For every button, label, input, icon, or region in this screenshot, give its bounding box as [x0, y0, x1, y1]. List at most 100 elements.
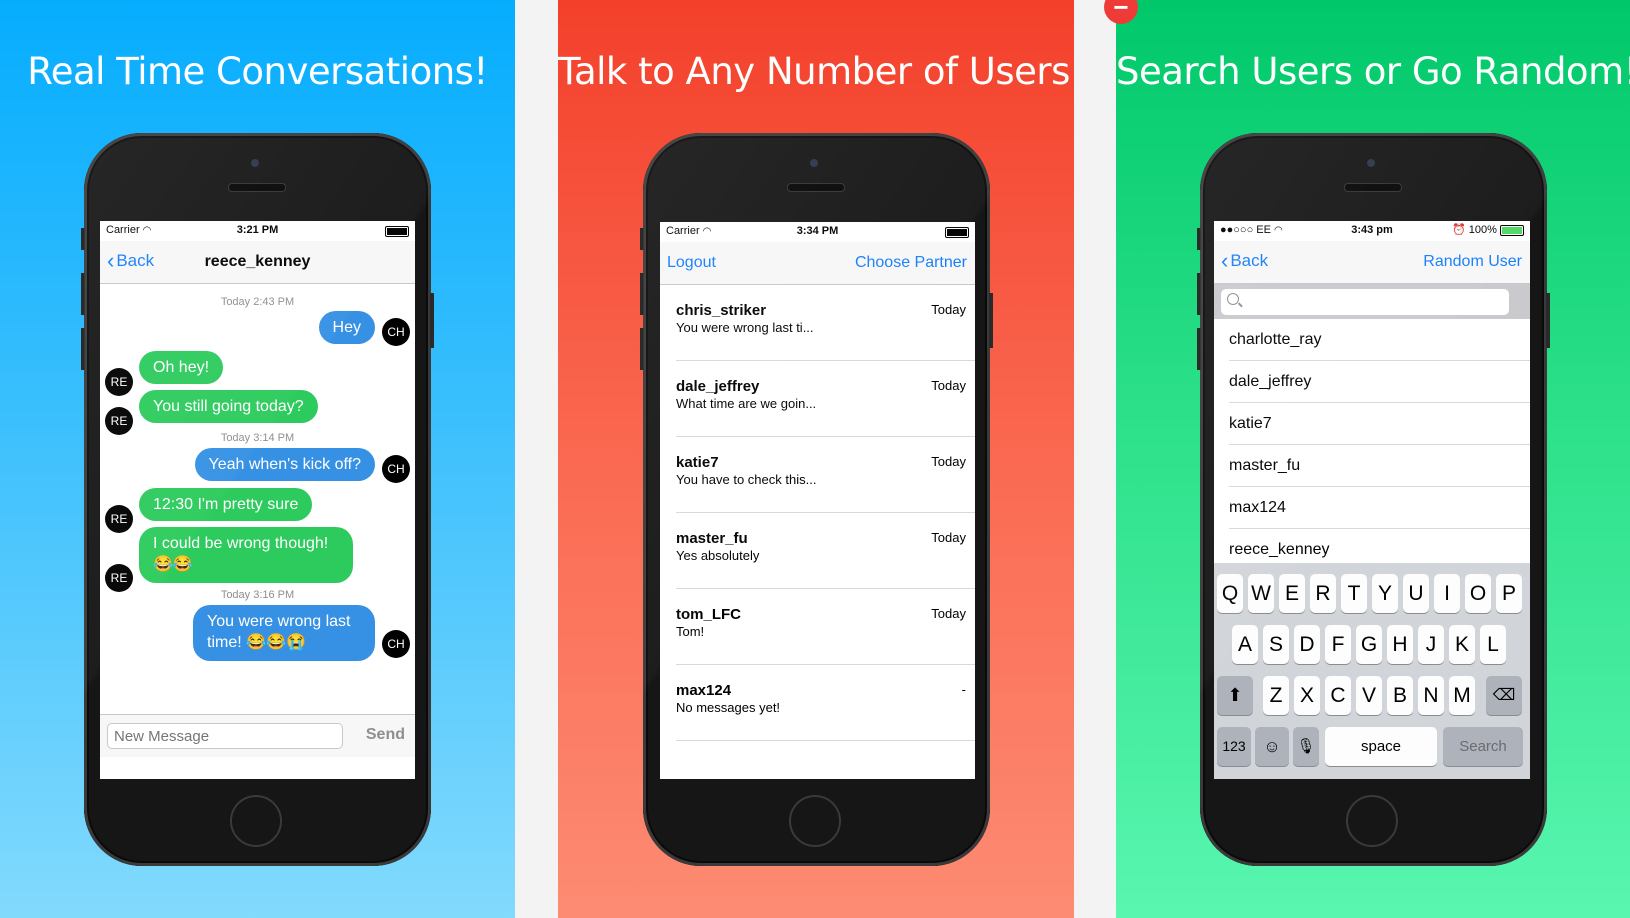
key-d[interactable]: D — [1294, 625, 1320, 664]
key-c[interactable]: C — [1325, 676, 1351, 715]
conversation-preview: What time are we goin... — [676, 396, 817, 411]
key-x[interactable]: X — [1294, 676, 1320, 715]
message-bubble-outgoing[interactable]: Yeah when's kick off? — [194, 448, 375, 481]
key-e[interactable]: E — [1279, 574, 1305, 613]
user-row[interactable]: master_fu — [1229, 445, 1530, 487]
key-i[interactable]: I — [1434, 574, 1460, 613]
avatar: CH — [382, 630, 410, 658]
message-bubble-incoming[interactable]: Oh hey! — [139, 351, 224, 384]
search-input[interactable] — [1221, 289, 1509, 315]
nav-bar: ‹ Back reece_kenney — [100, 241, 415, 284]
conversation-preview: Yes absolutely — [676, 548, 760, 563]
key-g[interactable]: G — [1356, 625, 1382, 664]
alarm-icon: ⏰ — [1452, 224, 1466, 236]
conversation-time: Today — [931, 530, 966, 545]
status-bar: Carrier ◠ 3:21 PM — [100, 221, 415, 241]
nav-bar: Logout Choose Partner — [660, 242, 975, 285]
user-list: charlotte_ray dale_jeffrey katie7 master… — [1214, 319, 1530, 571]
user-row[interactable]: max124 — [1229, 487, 1530, 529]
keyboard: Q W E R T Y U I O P A S D F G H J K L ⬆ … — [1214, 563, 1530, 779]
key-m[interactable]: M — [1449, 676, 1475, 715]
key-k[interactable]: K — [1449, 625, 1475, 664]
avatar: CH — [382, 455, 410, 483]
message-thread[interactable]: Today 2:43 PM Hey CH RE Oh hey! RE You s… — [100, 284, 415, 714]
panel-headline: Talk to Any Number of Users! — [558, 50, 1074, 93]
key-h[interactable]: H — [1387, 625, 1413, 664]
key-f[interactable]: F — [1325, 625, 1351, 664]
logout-button[interactable]: Logout — [667, 254, 716, 272]
nav-bar: ‹ Back Random User — [1214, 241, 1530, 284]
timestamp: Today 3:14 PM — [220, 432, 295, 444]
choose-partner-button[interactable]: Choose Partner — [855, 254, 967, 272]
home-button — [789, 795, 841, 847]
conversation-row[interactable]: max124 No messages yet! - — [676, 665, 975, 741]
home-button — [230, 795, 282, 847]
key-n[interactable]: N — [1418, 676, 1444, 715]
search-key[interactable]: Search — [1443, 727, 1523, 766]
key-y[interactable]: Y — [1372, 574, 1398, 613]
phone-frame: ●●○○○ EE ◠ 3:43 pm ⏰ 100% ‹ Back Random Us… — [1197, 133, 1550, 866]
status-time: 3:34 PM — [796, 225, 839, 237]
emoji-icon[interactable]: ☺ — [1255, 727, 1289, 766]
conversation-preview: You were wrong last ti... — [676, 320, 814, 335]
new-message-input[interactable] — [107, 723, 343, 749]
numbers-key[interactable]: 123 — [1217, 727, 1251, 766]
key-s[interactable]: S — [1263, 625, 1289, 664]
send-button[interactable]: Send — [366, 726, 405, 744]
search-screen: ●●○○○ EE ◠ 3:43 pm ⏰ 100% ‹ Back Random Us… — [1214, 221, 1530, 779]
user-row[interactable]: dale_jeffrey — [1229, 361, 1530, 403]
conversation-preview: No messages yet! — [676, 700, 781, 715]
conversation-name: katie7 — [676, 454, 719, 471]
conversation-name: max124 — [676, 682, 732, 699]
message-bubble-outgoing[interactable]: You were wrong last time! 😂😂😭 — [193, 605, 375, 661]
conversation-row[interactable]: master_fu Yes absolutely Today — [676, 513, 975, 589]
message-bubble-incoming[interactable]: I could be wrong though! 😂😂 — [139, 527, 353, 583]
random-user-button[interactable]: Random User — [1423, 253, 1522, 271]
phone-frame: Carrier ◠ 3:21 PM ‹ Back reece_kenney Toda… — [81, 133, 434, 866]
key-z[interactable]: Z — [1263, 676, 1289, 715]
message-bubble-outgoing[interactable]: Hey — [318, 311, 375, 344]
key-p[interactable]: P — [1496, 574, 1522, 613]
key-a[interactable]: A — [1232, 625, 1258, 664]
key-t[interactable]: T — [1341, 574, 1367, 613]
conversation-name: chris_striker — [676, 302, 767, 319]
conversation-row[interactable]: katie7 You have to check this... Today — [676, 437, 975, 513]
conversation-time: Today — [931, 606, 966, 621]
message-bubble-incoming[interactable]: 12:30 I'm pretty sure — [139, 488, 313, 521]
mic-icon[interactable]: 🎙 — [1293, 727, 1319, 766]
key-l[interactable]: L — [1480, 625, 1506, 664]
back-button[interactable]: ‹ Back — [1221, 250, 1268, 272]
key-q[interactable]: Q — [1217, 574, 1243, 613]
delete-icon[interactable]: ⌫ — [1486, 676, 1522, 715]
user-row[interactable]: charlotte_ray — [1229, 319, 1530, 361]
conversation-title: reece_kenney — [204, 253, 311, 270]
battery-icon — [1500, 224, 1524, 236]
conversation-row[interactable]: dale_jeffrey What time are we goin... To… — [676, 361, 975, 437]
status-time: 3:21 PM — [236, 224, 279, 236]
space-key[interactable]: space — [1325, 727, 1437, 766]
message-composer: Send — [100, 714, 415, 757]
avatar: RE — [105, 564, 133, 592]
conversation-name: dale_jeffrey — [676, 378, 760, 395]
home-button — [1346, 795, 1398, 847]
key-u[interactable]: U — [1403, 574, 1429, 613]
conversation-row[interactable]: chris_striker You were wrong last ti... … — [676, 285, 975, 361]
key-o[interactable]: O — [1465, 574, 1491, 613]
conversation-row[interactable]: tom_LFC Tom! Today — [676, 589, 975, 665]
user-row[interactable]: katie7 — [1229, 403, 1530, 445]
message-bubble-incoming[interactable]: You still going today? — [139, 390, 318, 423]
panel-real-time-conversations: Real Time Conversations! Carrier ◠ 3:21 P… — [0, 0, 515, 918]
conversations-screen: Carrier ◠ 3:34 PM Logout Choose Partner c… — [660, 222, 975, 779]
key-w[interactable]: W — [1248, 574, 1274, 613]
conversation-preview: Tom! — [676, 624, 705, 639]
key-b[interactable]: B — [1387, 676, 1413, 715]
key-j[interactable]: J — [1418, 625, 1444, 664]
avatar: RE — [105, 505, 133, 533]
chat-screen: Carrier ◠ 3:21 PM ‹ Back reece_kenney Toda… — [100, 221, 415, 779]
shift-icon[interactable]: ⬆ — [1217, 676, 1253, 715]
avatar: RE — [105, 407, 133, 435]
conversation-list: chris_striker You were wrong last ti... … — [660, 285, 975, 741]
key-v[interactable]: V — [1356, 676, 1382, 715]
speaker — [228, 183, 286, 192]
key-r[interactable]: R — [1310, 574, 1336, 613]
